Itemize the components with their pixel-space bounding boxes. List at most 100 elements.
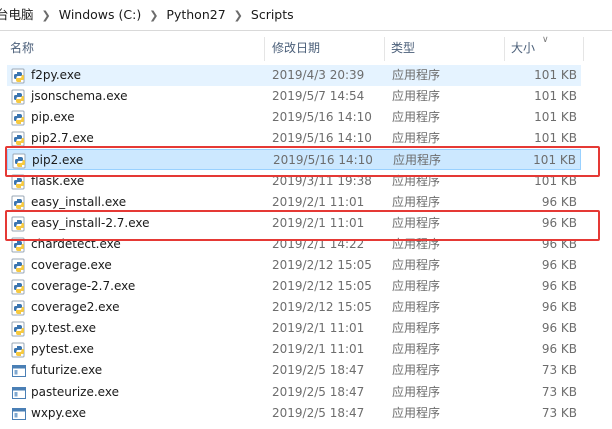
file-size: 73 KB [541,384,577,399]
column-divider[interactable] [264,37,265,61]
file-row[interactable]: pip.exe 2019/5/16 14:10 应用程序 101 KB [7,107,581,128]
file-type: 应用程序 [392,131,441,146]
column-header-name[interactable]: 名称 [10,34,34,62]
file-row[interactable]: py.test.exe 2019/2/1 11:01 应用程序 96 KB [7,318,581,339]
file-type: 应用程序 [392,300,441,315]
chevron-right-icon[interactable]: ❯ [144,9,163,22]
file-size: 101 KB [534,131,577,146]
python-icon [11,174,27,190]
file-row[interactable]: flask.exe 2019/3/11 19:38 应用程序 101 KB [7,171,581,192]
breadcrumb-this-pc[interactable]: 台电脑 [0,0,37,30]
file-type: 应用程序 [392,321,441,336]
file-size: 73 KB [541,363,577,378]
file-row[interactable]: chardetect.exe 2019/2/1 14:22 应用程序 96 KB [7,234,581,255]
file-date: 2019/3/11 19:38 [272,173,372,188]
file-type: 应用程序 [392,194,441,209]
file-date: 2019/4/3 20:39 [272,68,365,82]
file-type: 应用程序 [392,110,441,125]
file-date: 2019/2/1 11:01 [272,342,365,357]
chevron-right-icon[interactable]: ❯ [37,9,56,22]
file-type: 应用程序 [392,279,441,293]
file-name: wxpy.exe [31,405,87,420]
file-date: 2019/2/5 18:47 [272,363,365,378]
column-header-size[interactable]: 大小 [511,34,535,62]
file-row[interactable]: easy_install.exe 2019/2/1 11:01 应用程序 96 KB [7,192,581,213]
file-type: 应用程序 [393,153,442,168]
file-name: chardetect.exe [31,236,121,251]
file-name: pip.exe [31,110,75,125]
file-name: py.test.exe [31,321,96,336]
column-header: 名称 修改日期 类型 ∨ 大小 [0,34,612,62]
breadcrumb-drive-c[interactable]: Windows (C:) [56,0,144,30]
app-window-icon [11,363,27,379]
file-type: 应用程序 [392,405,441,420]
file-row[interactable]: pytest.exe 2019/2/1 11:01 应用程序 96 KB [7,339,581,360]
file-size: 73 KB [541,405,577,420]
python-icon [11,131,27,147]
file-row[interactable]: pasteurize.exe 2019/2/5 18:47 应用程序 73 KB [7,382,581,403]
file-size: 96 KB [541,194,577,209]
app-window-icon [11,385,27,401]
python-icon [11,258,27,274]
file-type: 应用程序 [392,215,441,230]
file-type: 应用程序 [392,89,441,104]
python-icon [11,216,27,232]
breadcrumb-scripts[interactable]: Scripts [248,0,297,30]
app-window-icon [11,406,27,422]
file-size: 96 KB [541,300,577,315]
file-size: 96 KB [541,215,577,230]
python-icon [11,300,27,316]
file-row[interactable]: pip2.exe 2019/5/16 14:10 应用程序 101 KB [7,149,581,171]
file-row[interactable]: f2py.exe 2019/4/3 20:39 应用程序 101 KB [7,65,581,86]
python-icon [11,342,27,358]
file-name: pytest.exe [31,342,94,357]
file-type: 应用程序 [392,342,441,357]
file-row[interactable]: coverage2.exe 2019/2/12 15:05 应用程序 96 KB [7,297,581,318]
file-date: 2019/5/16 14:10 [272,131,372,146]
file-name: coverage-2.7.exe [31,279,136,293]
python-icon [11,321,27,337]
python-icon [11,237,27,253]
file-size: 101 KB [534,110,577,125]
file-size: 96 KB [541,321,577,336]
file-name: coverage.exe [31,257,112,272]
file-date: 2019/2/12 15:05 [272,300,372,315]
python-icon [12,153,28,169]
file-name: easy_install.exe [31,194,127,209]
file-name: futurize.exe [31,363,103,378]
file-date: 2019/2/12 15:05 [272,257,372,272]
column-divider[interactable] [384,37,385,61]
file-name: pip2.exe [32,153,84,168]
column-header-type[interactable]: 类型 [391,34,415,62]
file-name: easy_install-2.7.exe [31,215,150,230]
file-name: pip2.7.exe [31,131,94,146]
column-divider[interactable] [583,37,584,61]
python-icon [11,110,27,126]
file-row[interactable]: coverage.exe 2019/2/12 15:05 应用程序 96 KB [7,255,581,276]
file-type: 应用程序 [392,68,441,82]
column-divider[interactable] [504,37,505,61]
column-header-date[interactable]: 修改日期 [272,34,320,62]
python-icon [11,68,27,84]
file-row[interactable]: coverage-2.7.exe 2019/2/12 15:05 应用程序 96 KB [7,276,581,297]
file-name: coverage2.exe [31,300,120,315]
file-row[interactable]: wxpy.exe 2019/2/5 18:47 应用程序 73 KB [7,403,581,424]
file-row[interactable]: futurize.exe 2019/2/5 18:47 应用程序 73 KB [7,360,581,381]
file-name: jsonschema.exe [31,89,128,104]
file-row[interactable]: jsonschema.exe 2019/5/7 14:54 应用程序 101 KB [7,86,581,107]
breadcrumb-python27[interactable]: Python27 [163,0,228,30]
chevron-right-icon[interactable]: ❯ [229,9,248,22]
file-size: 96 KB [541,279,577,293]
file-type: 应用程序 [392,173,441,188]
file-date: 2019/2/1 11:01 [272,215,365,230]
file-type: 应用程序 [392,257,441,272]
file-size: 101 KB [534,89,577,104]
python-icon [11,89,27,105]
file-date: 2019/2/1 14:22 [272,236,365,251]
python-icon [11,279,27,295]
file-row[interactable]: pip2.7.exe 2019/5/16 14:10 应用程序 101 KB [7,128,581,149]
address-bar[interactable]: 台电脑 ❯ Windows (C:) ❯ Python27 ❯ Scripts [0,0,612,31]
file-date: 2019/2/5 18:47 [272,384,365,399]
file-row[interactable]: easy_install-2.7.exe 2019/2/1 11:01 应用程序 96… [7,213,581,234]
sort-descending-icon: ∨ [542,35,549,45]
